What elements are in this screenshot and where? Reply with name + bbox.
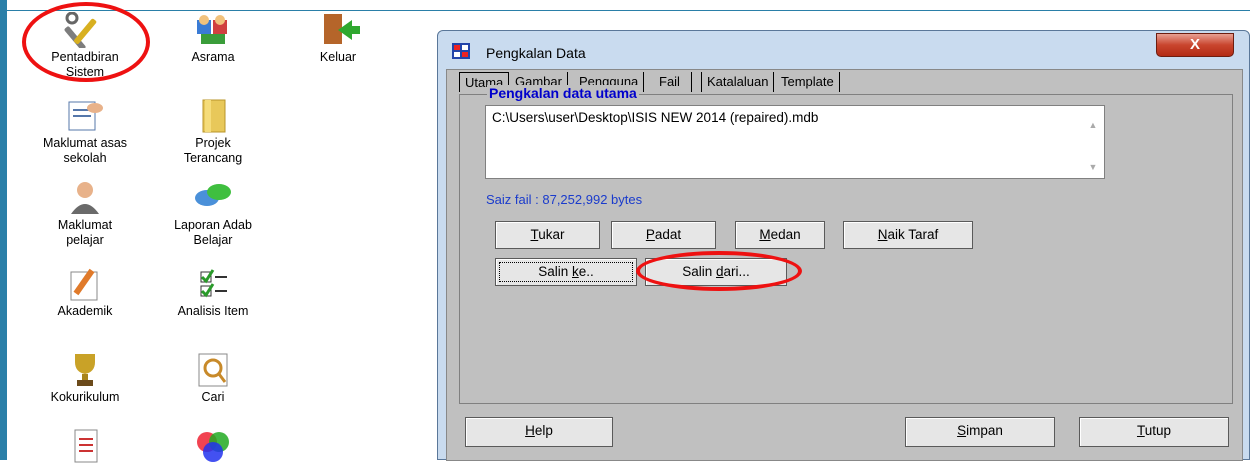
button-label-pre: Salin	[682, 264, 716, 279]
people-icon	[197, 15, 227, 44]
student-icon	[71, 182, 99, 214]
icon-label: Maklumat pelajar	[57, 218, 113, 247]
group-label: Pengkalan data utama	[487, 85, 639, 101]
dialog-title: Pengkalan Data	[486, 45, 586, 61]
button-label-post: e..	[578, 264, 594, 279]
pentadbiran-sistem-shortcut[interactable]: Pentadbiran Sistem	[20, 12, 150, 80]
database-path-text: C:\Users\user\Desktop\ISIS NEW 2014 (rep…	[492, 110, 819, 125]
app-icon	[452, 43, 470, 59]
button-label: utup	[1144, 423, 1172, 438]
accel-key: M	[759, 227, 771, 242]
icon-label: Pentadbiran Sistem	[51, 50, 119, 79]
report-list-icon	[74, 429, 98, 463]
paper-pencil-icon	[70, 268, 98, 301]
file-size-label: Saiz fail : 87,252,992 bytes	[486, 192, 643, 207]
folder-icon	[202, 99, 226, 133]
icon-label: Analisis Item	[177, 304, 249, 318]
button-label-post: ari...	[723, 264, 750, 279]
button-label: aik Taraf	[887, 227, 939, 242]
dialog-titlebar[interactable]: Pengkalan Data X	[438, 31, 1249, 69]
icon-label: Kokurikulum	[50, 390, 120, 404]
accel-key: T	[1136, 423, 1145, 438]
naik-taraf-button[interactable]: Naik Taraf	[843, 221, 973, 249]
report-shortcut[interactable]	[20, 428, 150, 464]
scroll-up-icon[interactable]: ▲	[1086, 120, 1100, 130]
button-label: adat	[654, 227, 682, 242]
accel-key: d	[716, 264, 724, 279]
icon-label: Maklumat asas sekolah	[42, 136, 128, 165]
accel-key: k	[572, 264, 579, 279]
button-label: edan	[770, 227, 801, 242]
salin-dari-button[interactable]: Salin dari...	[645, 258, 787, 286]
color-wheel-shortcut[interactable]	[148, 428, 278, 464]
simpan-button[interactable]: Simpan	[905, 417, 1055, 447]
speech-bubbles-icon	[195, 184, 231, 206]
analisis-item-shortcut[interactable]: Analisis Item	[148, 266, 278, 319]
trophy-icon	[75, 354, 95, 386]
icon-label: Asrama	[191, 50, 235, 64]
icon-label: Keluar	[319, 50, 357, 64]
padat-button[interactable]: Padat	[611, 221, 716, 249]
accel-key: H	[525, 423, 535, 438]
tutup-button[interactable]: Tutup	[1079, 417, 1229, 447]
tab-template[interactable]: Template	[776, 72, 840, 92]
document-hand-icon	[68, 101, 103, 131]
maklumat-pelajar-shortcut[interactable]: Maklumat pelajar	[20, 180, 150, 248]
pengkalan-data-dialog: Pengkalan Data X Utama Gambar Pengguna F…	[437, 30, 1250, 461]
button-label: ukar	[538, 227, 565, 242]
magnifier-icon	[198, 353, 228, 387]
keluar-shortcut[interactable]: Keluar	[273, 12, 403, 65]
icon-label: Cari	[201, 390, 225, 404]
accel-key: P	[645, 227, 655, 242]
projek-terancang-shortcut[interactable]: Projek Terancang	[148, 98, 278, 166]
exit-door-icon	[324, 14, 360, 44]
color-circles-icon	[197, 432, 229, 462]
button-label-pre: Salin	[538, 264, 572, 279]
desktop-left-edge	[0, 0, 7, 460]
button-label: impan	[966, 423, 1003, 438]
maklumat-asas-sekolah-shortcut[interactable]: Maklumat asas sekolah	[20, 98, 150, 166]
button-label: elp	[534, 423, 553, 438]
database-path-field[interactable]: C:\Users\user\Desktop\ISIS NEW 2014 (rep…	[485, 105, 1105, 179]
tab-katalaluan[interactable]: Katalaluan	[701, 72, 775, 92]
close-button[interactable]: X	[1156, 33, 1234, 57]
cari-shortcut[interactable]: Cari	[148, 352, 278, 405]
accel-key: S	[957, 423, 967, 438]
icon-label: Akademik	[57, 304, 113, 318]
asrama-shortcut[interactable]: Asrama	[148, 12, 278, 65]
scroll-down-icon[interactable]: ▼	[1086, 162, 1100, 172]
medan-button[interactable]: Medan	[735, 221, 825, 249]
tukar-button[interactable]: Tukar	[495, 221, 600, 249]
tools-icon	[64, 12, 97, 48]
kokurikulum-shortcut[interactable]: Kokurikulum	[20, 352, 150, 405]
laporan-adab-belajar-shortcut[interactable]: Laporan Adab Belajar	[148, 180, 278, 248]
help-button[interactable]: Help	[465, 417, 613, 447]
tab-fail[interactable]: Fail	[654, 72, 692, 92]
icon-label: Laporan Adab Belajar	[174, 218, 252, 247]
akademik-shortcut[interactable]: Akademik	[20, 266, 150, 319]
salin-ke-button[interactable]: Salin ke..	[495, 258, 637, 286]
desktop-top-line	[7, 10, 1250, 11]
checklist-icon	[200, 269, 227, 298]
dialog-client-area: Utama Gambar Pengguna Fail Katalaluan Te…	[446, 69, 1243, 461]
icon-label: Projek Terancang	[183, 136, 243, 165]
